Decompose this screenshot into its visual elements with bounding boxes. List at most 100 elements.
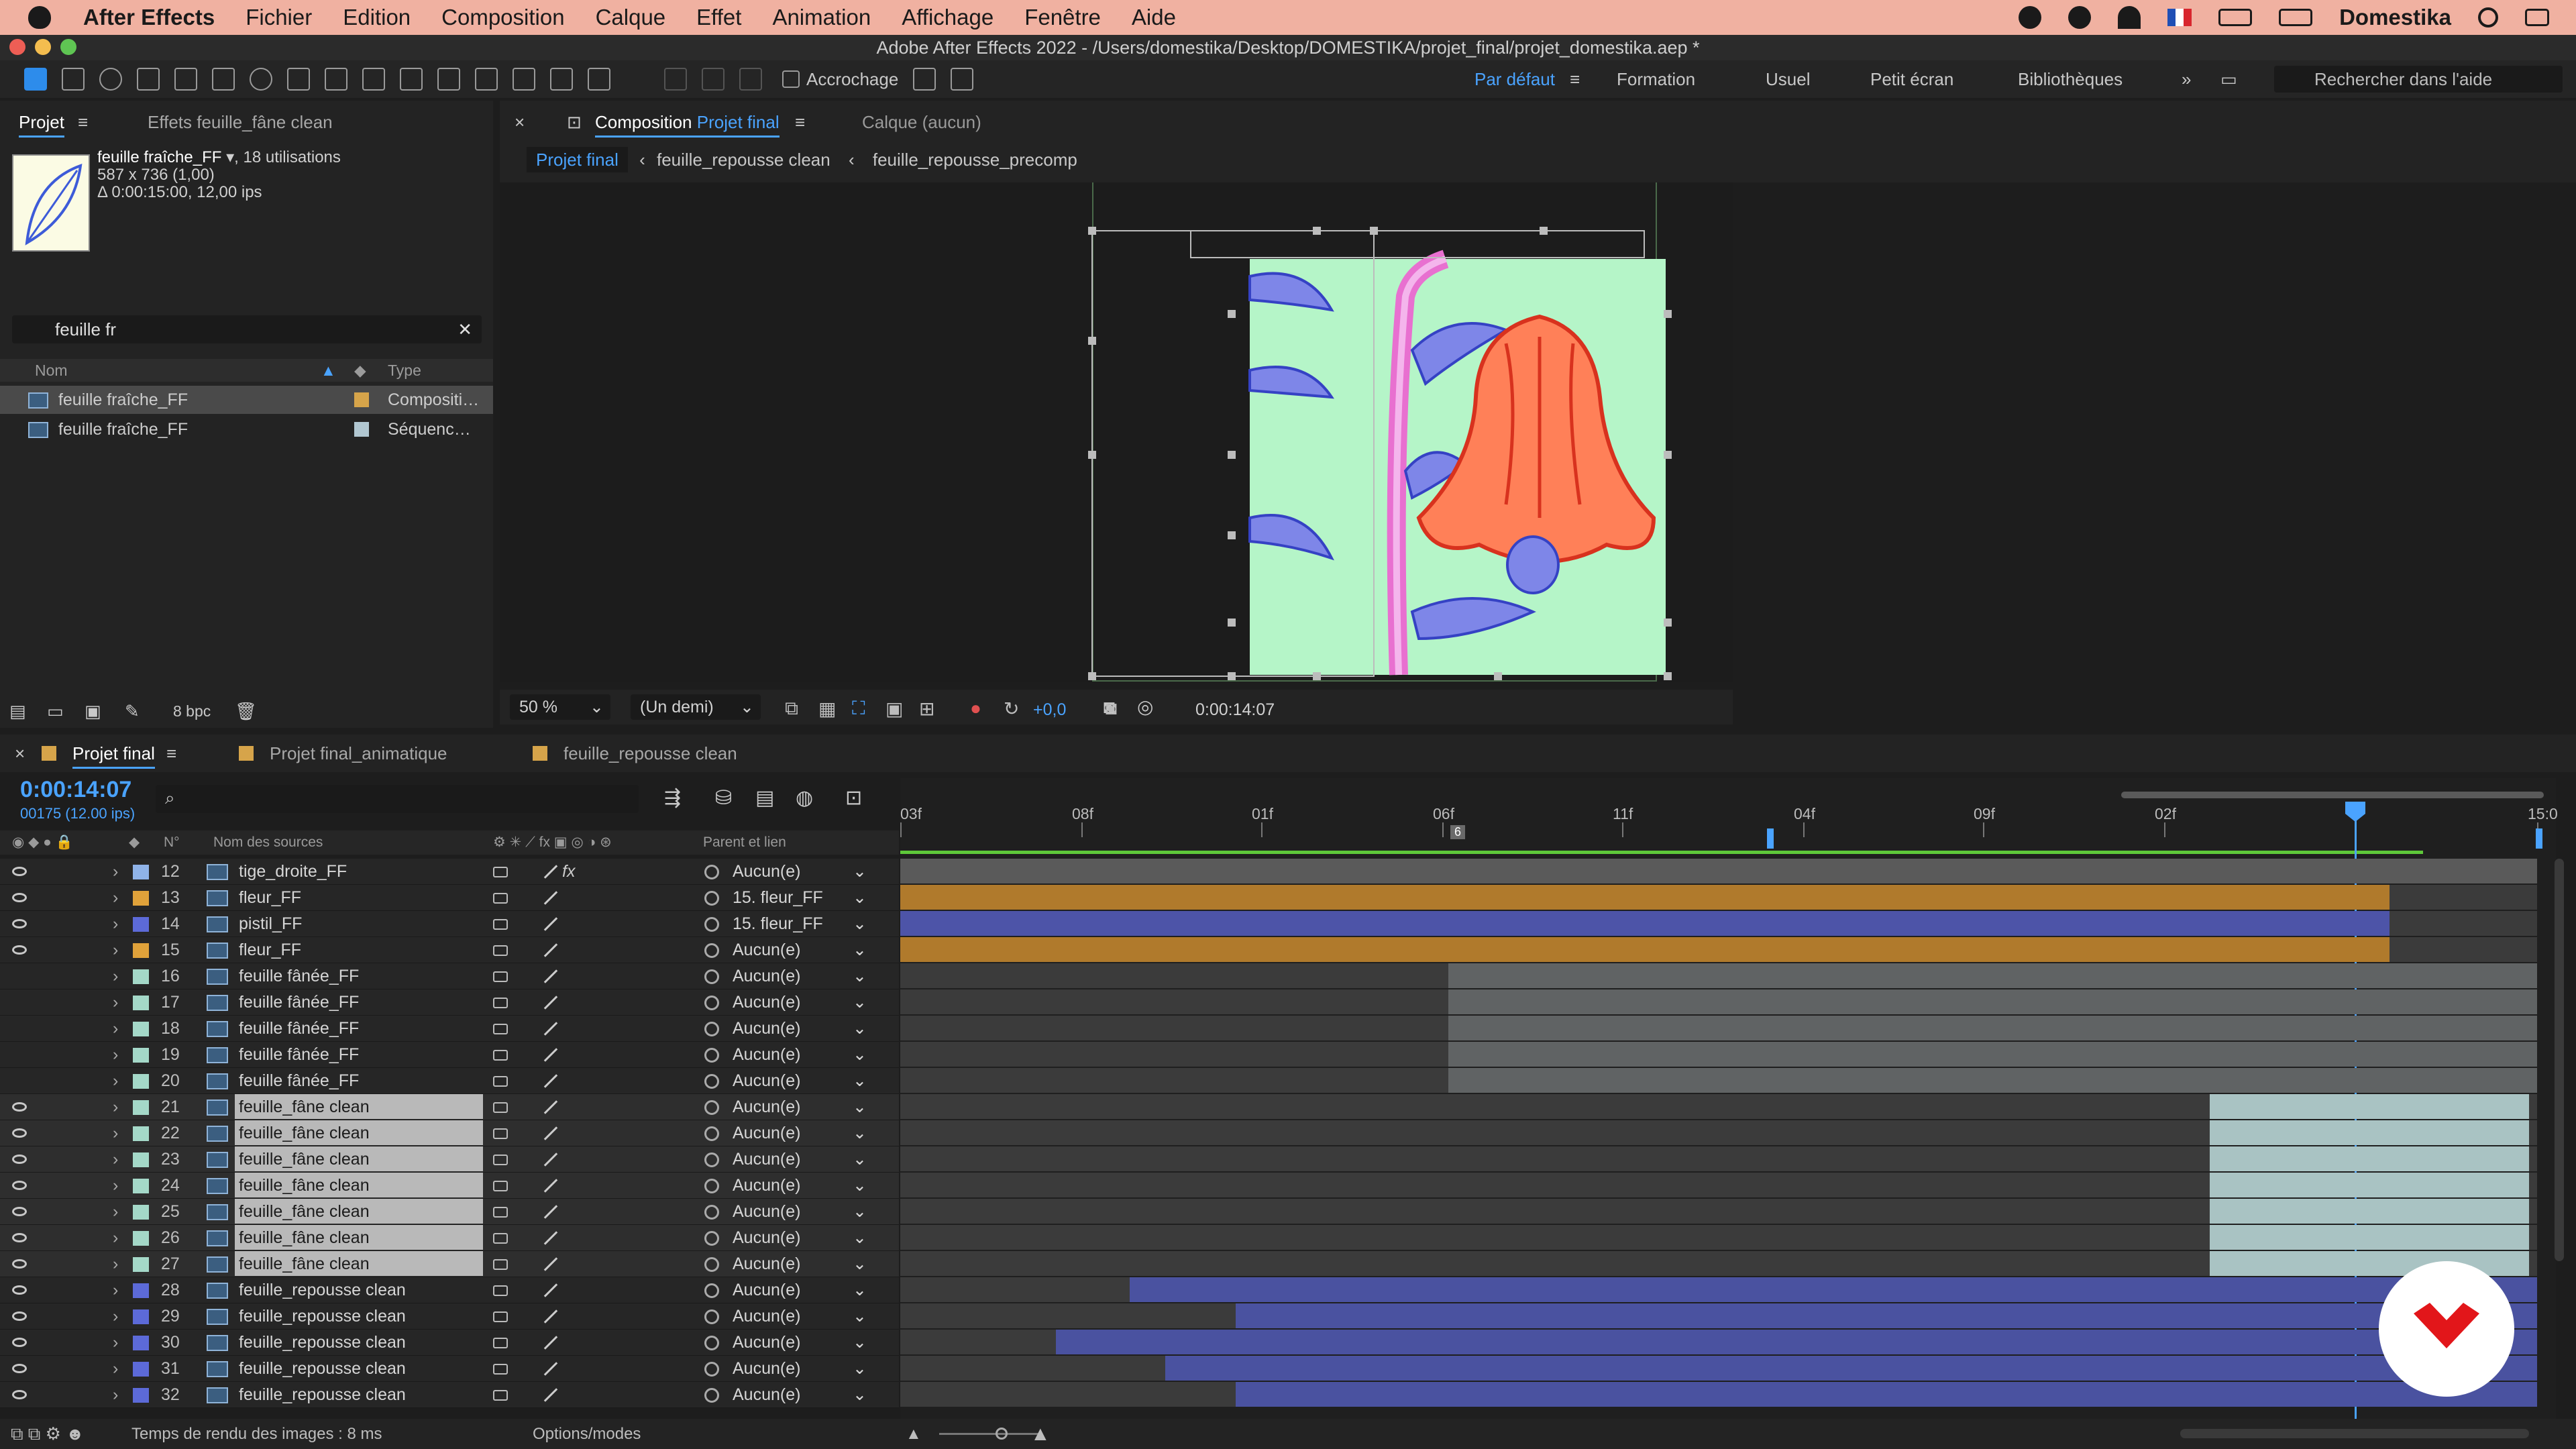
expand-chevron-icon[interactable]: › xyxy=(113,1225,118,1251)
quality-switch-icon[interactable] xyxy=(543,1309,558,1324)
pickwhip-icon[interactable] xyxy=(704,1309,719,1324)
timeline-menu-icon[interactable]: ≡ xyxy=(166,740,176,767)
layer-name[interactable]: pistil_FF xyxy=(235,911,483,936)
layer-row[interactable]: › 25 feuille_fâne clean Aucun(e) ⌄ xyxy=(0,1199,899,1225)
col-name[interactable]: Nom xyxy=(35,359,68,382)
eye-icon[interactable] xyxy=(12,945,27,955)
expand-chevron-icon[interactable]: › xyxy=(113,963,118,989)
quality-switch-icon[interactable] xyxy=(543,917,558,931)
tab-projet-final[interactable]: Projet final xyxy=(72,740,155,769)
breadcrumb-projet-final[interactable]: Projet final xyxy=(527,147,628,172)
label-color-icon[interactable] xyxy=(133,1257,149,1272)
menu-fenetre[interactable]: Fenêtre xyxy=(1024,5,1101,30)
zoom-in-icon[interactable]: ▲ xyxy=(1030,1419,1051,1449)
layer-duration-bar[interactable] xyxy=(1448,1042,2537,1067)
label-color-icon[interactable] xyxy=(133,1362,149,1377)
collapse-switch-icon[interactable] xyxy=(493,1050,508,1061)
work-area-end-handle[interactable] xyxy=(2536,828,2542,849)
eye-off-icon[interactable] xyxy=(12,971,27,981)
parent-select[interactable]: Aucun(e) ⌄ xyxy=(733,1279,867,1301)
expand-chevron-icon[interactable]: › xyxy=(113,1251,118,1277)
interpret-footage-icon[interactable]: ▤ xyxy=(9,701,26,722)
pickwhip-icon[interactable] xyxy=(704,891,719,906)
breadcrumb-feuille-repousse[interactable]: feuille_repousse clean xyxy=(657,150,830,170)
collapse-switch-icon[interactable] xyxy=(493,998,508,1008)
label-color-icon[interactable] xyxy=(133,1309,149,1324)
menu-effet[interactable]: Effet xyxy=(696,5,741,30)
timeline-hscrollbar[interactable] xyxy=(2180,1429,2529,1438)
label-color-icon[interactable] xyxy=(133,969,149,984)
transparency-grid-icon[interactable]: ▦ xyxy=(818,698,836,720)
label-color-icon[interactable] xyxy=(133,1179,149,1193)
user-name[interactable]: Domestika xyxy=(2339,5,2451,30)
parent-select[interactable]: 15. fleur_FF ⌄ xyxy=(733,887,867,909)
col-num[interactable]: N° xyxy=(164,830,180,855)
layer-name[interactable]: feuille_repousse clean xyxy=(235,1330,483,1354)
parent-select[interactable]: Aucun(e) ⌄ xyxy=(733,1227,867,1249)
expand-chevron-icon[interactable]: › xyxy=(113,1199,118,1225)
grid-guides-icon[interactable]: ⊞ xyxy=(919,698,934,720)
layer-duration-bar[interactable] xyxy=(2210,1225,2529,1250)
project-row[interactable]: feuille fraîche_FF Compositi… xyxy=(0,386,493,414)
tab-project-menu-icon[interactable]: ≡ xyxy=(78,109,88,136)
flag-fr-icon[interactable] xyxy=(2167,9,2192,26)
quality-switch-icon[interactable] xyxy=(543,1257,558,1271)
menu-edition[interactable]: Edition xyxy=(343,5,411,30)
label-color-icon[interactable] xyxy=(133,1231,149,1246)
delete-icon[interactable]: 🗑 xyxy=(235,701,257,722)
label-color-icon[interactable] xyxy=(133,1022,149,1036)
label-color-icon[interactable] xyxy=(133,1100,149,1115)
snap-mode-icon[interactable] xyxy=(951,68,974,91)
parent-select[interactable]: Aucun(e) ⌄ xyxy=(733,1096,867,1118)
comp-flowchart-icon[interactable]: ⇶ xyxy=(664,786,681,810)
eye-icon[interactable] xyxy=(12,1285,27,1295)
collapse-switch-icon[interactable] xyxy=(493,1285,508,1296)
label-color-icon[interactable] xyxy=(133,1283,149,1298)
timeline-search-input[interactable]: ⌕ xyxy=(156,785,639,813)
workspace-menu-icon[interactable]: ≡ xyxy=(1570,60,1580,98)
quality-switch-icon[interactable] xyxy=(543,865,558,879)
layer-duration-bar[interactable] xyxy=(1236,1382,2537,1407)
layer-duration-bar[interactable] xyxy=(900,911,2390,936)
layer-row[interactable]: › 24 feuille_fâne clean Aucun(e) ⌄ xyxy=(0,1173,899,1199)
tab-feuille-repousse-clean[interactable]: feuille_repousse clean xyxy=(564,740,737,767)
parent-select[interactable]: Aucun(e) ⌄ xyxy=(733,939,867,961)
parent-select[interactable]: Aucun(e) ⌄ xyxy=(733,1305,867,1328)
pickwhip-icon[interactable] xyxy=(704,1152,719,1167)
wifi-icon[interactable] xyxy=(2118,6,2141,29)
pickwhip-icon[interactable] xyxy=(704,1022,719,1036)
label-color-icon[interactable] xyxy=(133,865,149,879)
display-icon[interactable] xyxy=(2218,9,2253,26)
workspace-formation[interactable]: Formation xyxy=(1617,60,1695,98)
layer-row[interactable]: › 12 tige_droite_FF fx Aucun(e) ⌄ xyxy=(0,859,899,885)
layer-duration-bar[interactable] xyxy=(1448,1068,2537,1093)
expand-chevron-icon[interactable]: › xyxy=(113,1382,118,1408)
creative-cloud-icon[interactable] xyxy=(2019,6,2042,29)
search-icon[interactable] xyxy=(2478,7,2498,28)
expand-chevron-icon[interactable]: › xyxy=(113,1173,118,1199)
apple-icon[interactable] xyxy=(28,6,51,29)
layer-name[interactable]: feuille_fâne clean xyxy=(235,1251,483,1276)
roto-brush-tool-icon[interactable] xyxy=(550,68,573,91)
layer-duration-bar[interactable] xyxy=(1448,1016,2537,1040)
parent-select[interactable]: Aucun(e) ⌄ xyxy=(733,991,867,1014)
expand-chevron-icon[interactable]: › xyxy=(113,937,118,963)
eye-icon[interactable] xyxy=(12,1338,27,1347)
layer-row[interactable]: › 28 feuille_repousse clean Aucun(e) ⌄ xyxy=(0,1277,899,1303)
eye-icon[interactable] xyxy=(12,1390,27,1399)
quality-switch-icon[interactable] xyxy=(543,1231,558,1245)
layer-row[interactable]: › 14 pistil_FF 15. fleur_FF ⌄ xyxy=(0,911,899,937)
timeline-scrollbar[interactable] xyxy=(2555,859,2564,1261)
label-color-icon[interactable] xyxy=(133,1336,149,1350)
parent-select[interactable]: Aucun(e) ⌄ xyxy=(733,1384,867,1406)
clear-search-icon[interactable]: ✕ xyxy=(458,315,472,343)
label-color-icon[interactable] xyxy=(133,996,149,1010)
expand-chevron-icon[interactable]: › xyxy=(113,1277,118,1303)
pen-tool-icon[interactable] xyxy=(362,68,385,91)
snap-options-icon[interactable] xyxy=(913,68,936,91)
exposure-value[interactable]: +0,0 xyxy=(1033,700,1066,720)
world-axis-icon[interactable] xyxy=(702,68,724,91)
parent-select[interactable]: Aucun(e) ⌄ xyxy=(733,1332,867,1354)
close-window-button[interactable] xyxy=(9,39,25,55)
color-channels-icon[interactable]: ● xyxy=(970,698,981,719)
